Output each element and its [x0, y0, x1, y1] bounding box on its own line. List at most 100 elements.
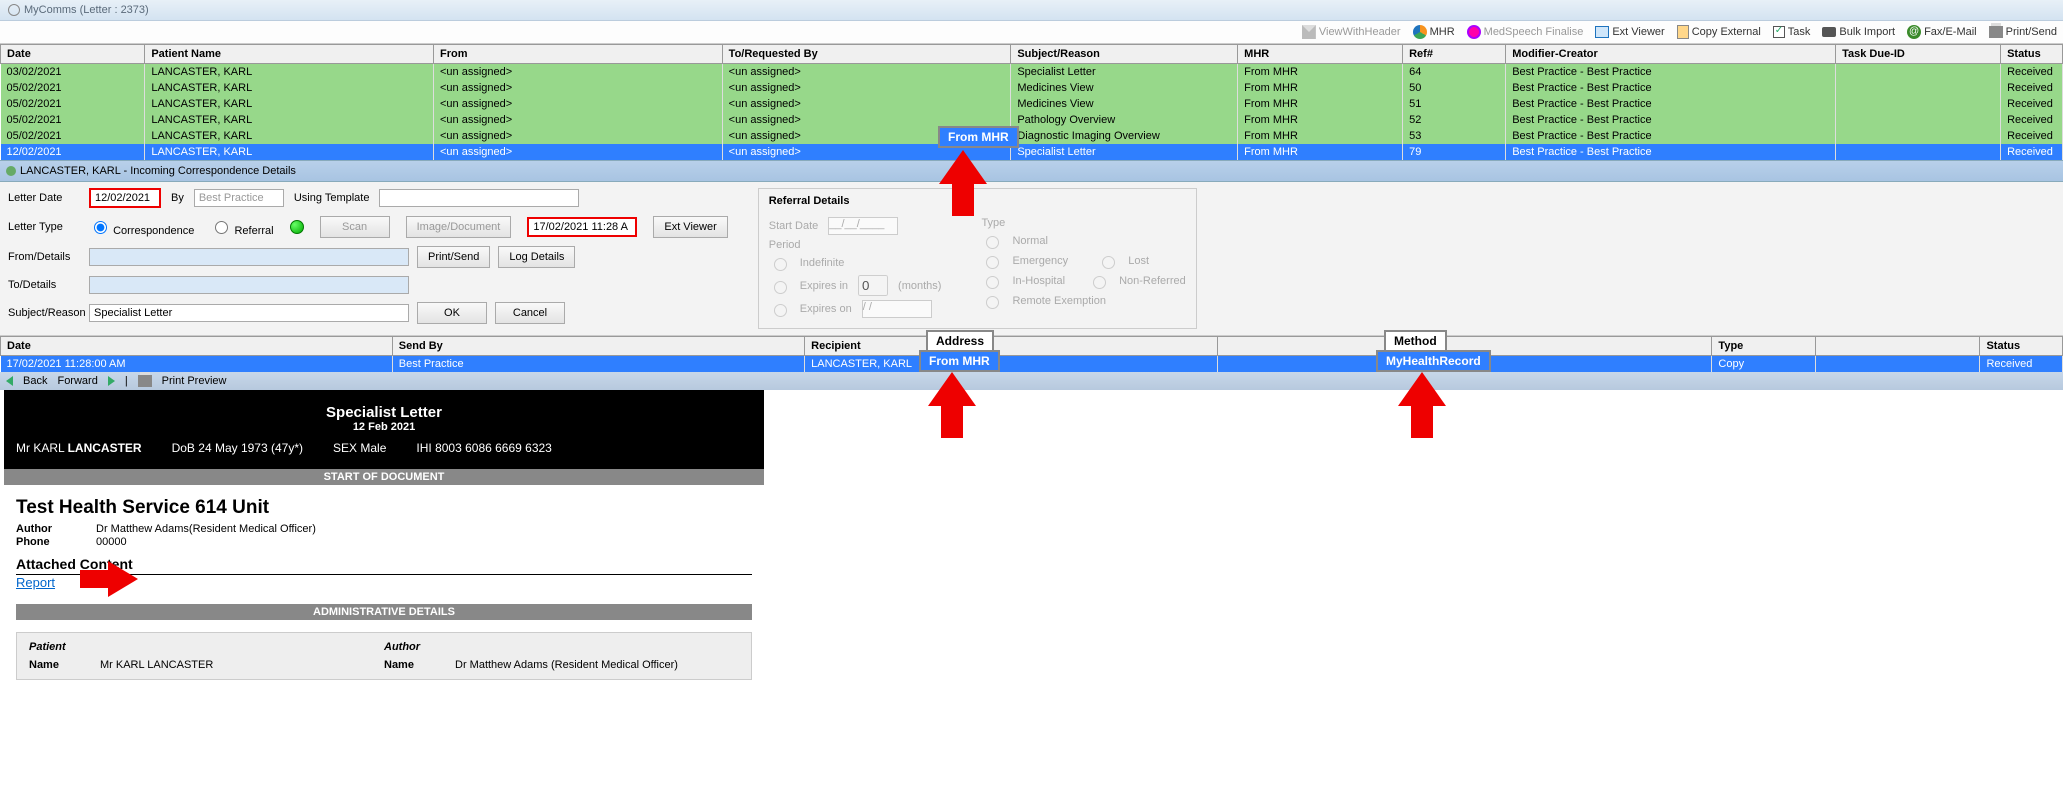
table-row[interactable]: 05/02/2021LANCASTER, KARL<un assigned><u…	[1, 96, 2063, 112]
col-task[interactable]: Task Due-ID	[1836, 45, 2001, 64]
log-grid[interactable]: Date Send By Recipient Type Status 17/02…	[0, 336, 2063, 372]
table-row[interactable]: 05/02/2021LANCASTER, KARL<un assigned><u…	[1, 112, 2063, 128]
details-subheader: LANCASTER, KARL - Incoming Correspondenc…	[0, 160, 2063, 182]
col-status[interactable]: Status	[2001, 45, 2063, 64]
start-of-document: START OF DOCUMENT	[4, 469, 764, 485]
back-button[interactable]: Back	[23, 375, 47, 387]
image-document-button[interactable]: Image/Document	[406, 216, 512, 238]
forward-icon[interactable]	[108, 376, 115, 386]
col-from[interactable]: From	[434, 45, 723, 64]
status-green-icon	[290, 220, 304, 234]
bulk-import-button[interactable]: Bulk Import	[1822, 25, 1895, 39]
referral-details-panel: Referral Details Start Date __/__/____ P…	[758, 188, 1197, 329]
to-details-input[interactable]	[89, 276, 409, 294]
log-col-date[interactable]: Date	[1, 337, 393, 356]
subject-input[interactable]	[89, 304, 409, 322]
log-col-status[interactable]: Status	[1980, 337, 2063, 356]
cancel-button[interactable]: Cancel	[495, 302, 565, 324]
arrow-icon	[80, 570, 110, 588]
normal-radio	[986, 236, 999, 249]
log-col-recipient[interactable]: Recipient	[805, 337, 1217, 356]
method-callout: MyHealthRecord	[1376, 350, 1491, 372]
subject-reason-label: Subject/Reason	[8, 307, 83, 319]
from-mhr-callout: From MHR	[938, 126, 1019, 148]
by-input[interactable]	[194, 189, 284, 207]
table-row[interactable]: 12/02/2021LANCASTER, KARL<un assigned><u…	[1, 144, 2063, 160]
medspeech-button[interactable]: MedSpeech Finalise	[1467, 25, 1584, 39]
col-subject[interactable]: Subject/Reason	[1011, 45, 1238, 64]
task-icon	[1773, 26, 1785, 38]
arrow-icon	[1398, 372, 1446, 406]
fax-email-button[interactable]: @Fax/E-Mail	[1907, 25, 1977, 39]
from-details-label: From/Details	[8, 251, 83, 263]
table-row[interactable]: 05/02/2021LANCASTER, KARL<un assigned><u…	[1, 80, 2063, 96]
preview-nav: Back Forward | Print Preview	[0, 372, 2063, 390]
correspondence-radio[interactable]: Correspondence	[89, 218, 194, 237]
by-label: By	[171, 192, 184, 204]
forward-button[interactable]: Forward	[57, 375, 97, 387]
task-button[interactable]: Task	[1773, 25, 1811, 39]
view-with-header-button[interactable]: ViewWithHeader	[1302, 25, 1401, 39]
log-col-method[interactable]	[1815, 337, 1980, 356]
window-title: MyComms (Letter : 2373)	[24, 4, 149, 16]
print-send-button[interactable]: Print/Send	[1989, 25, 2057, 39]
scan-button[interactable]: Scan	[320, 216, 390, 238]
top-toolbar: ViewWithHeader MHR MedSpeech Finalise Ex…	[0, 21, 2063, 44]
log-row[interactable]: 17/02/2021 11:28:00 AM Best Practice LAN…	[1, 356, 2063, 373]
document-preview: Specialist Letter 12 Feb 2021 Mr KARL LA…	[4, 390, 764, 688]
print-send-button-2[interactable]: Print/Send	[417, 246, 490, 268]
print-icon	[138, 375, 152, 387]
in-hospital-radio	[986, 276, 999, 289]
mhr-icon	[1413, 25, 1427, 39]
mhr-button[interactable]: MHR	[1413, 25, 1455, 39]
using-template-label: Using Template	[294, 192, 370, 204]
admin-details-bar: ADMINISTRATIVE DETAILS	[16, 604, 752, 620]
col-date[interactable]: Date	[1, 45, 145, 64]
expires-on-input: / /	[862, 300, 932, 318]
non-referred-radio	[1093, 276, 1106, 289]
col-mhr[interactable]: MHR	[1238, 45, 1403, 64]
log-col-sendby[interactable]: Send By	[392, 337, 804, 356]
people-icon	[1822, 27, 1836, 37]
print-preview-button[interactable]: Print Preview	[162, 375, 227, 387]
from-mhr-callout-2: From MHR	[919, 350, 1000, 372]
expires-in-radio	[774, 281, 787, 294]
table-row[interactable]: 03/02/2021LANCASTER, KARL<un assigned><u…	[1, 64, 2063, 81]
patient-name: Mr KARL LANCASTER	[16, 441, 142, 455]
letters-grid[interactable]: Date Patient Name From To/Requested By S…	[0, 44, 2063, 160]
address-header-callout: Address	[926, 330, 994, 352]
print-icon	[1989, 26, 2003, 38]
copy-external-button[interactable]: Copy External	[1677, 25, 1761, 39]
gear-icon	[8, 4, 20, 16]
grid-header-row: Date Patient Name From To/Requested By S…	[1, 45, 2063, 64]
ext-viewer-button-2[interactable]: Ext Viewer	[653, 216, 727, 238]
window-titlebar: MyComms (Letter : 2373)	[0, 0, 2063, 21]
expires-on-radio	[774, 304, 787, 317]
back-icon[interactable]	[6, 376, 13, 386]
log-details-button[interactable]: Log Details	[498, 246, 575, 268]
doc-date: 12 Feb 2021	[16, 421, 752, 433]
referral-radio[interactable]: Referral	[210, 218, 273, 237]
status-dot-icon	[6, 166, 16, 176]
at-icon: @	[1907, 25, 1921, 39]
report-link[interactable]: Report	[16, 575, 55, 590]
referral-title: Referral Details	[769, 195, 1186, 207]
arrow-icon	[108, 561, 138, 597]
table-row[interactable]: 05/02/2021LANCASTER, KARL<un assigned><u…	[1, 128, 2063, 144]
col-patient[interactable]: Patient Name	[145, 45, 434, 64]
col-to[interactable]: To/Requested By	[722, 45, 1011, 64]
ext-viewer-button[interactable]: Ext Viewer	[1595, 25, 1664, 39]
col-ref[interactable]: Ref#	[1403, 45, 1506, 64]
col-mod[interactable]: Modifier-Creator	[1506, 45, 1836, 64]
envelope-icon	[1302, 25, 1316, 39]
emergency-radio	[986, 256, 999, 269]
log-col-type[interactable]: Type	[1712, 337, 1815, 356]
arrow-icon	[952, 182, 974, 216]
ok-button[interactable]: OK	[417, 302, 487, 324]
from-details-input[interactable]	[89, 248, 409, 266]
template-input[interactable]	[379, 189, 579, 207]
letter-date-label: Letter Date	[8, 192, 83, 204]
remote-radio	[986, 296, 999, 309]
lost-radio	[1102, 256, 1115, 269]
letter-date-input[interactable]	[89, 188, 161, 208]
